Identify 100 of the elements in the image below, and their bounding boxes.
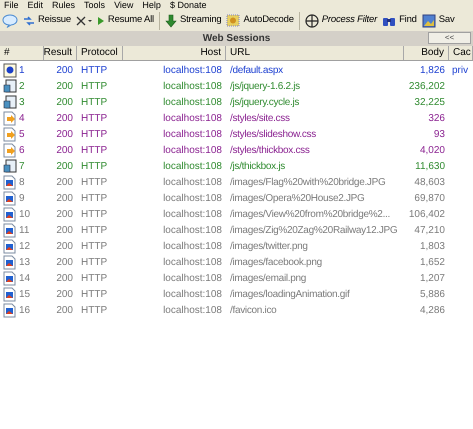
table-cell-text: 200 [56,272,73,286]
session-row[interactable]: 3 200 HTTP localhost:108 /js/jquery.cycle.js 32,225 [0,94,473,110]
column-header[interactable]: URL [226,46,404,60]
menu-item[interactable]: File [4,0,19,10]
table-cell-text: localhost:108 [163,224,222,238]
toolbar-button[interactable]: Process Filter [304,13,378,28]
table-cell-text: 11 [19,224,30,238]
table-cell-text: /images/facebook.png [230,256,322,270]
table-cell-text: priv [452,64,468,78]
table-cell-text: localhost:108 [163,80,222,94]
session-row[interactable]: 2 200 HTTP localhost:108 /js/jquery-1.6.2.js 236,202 [0,78,473,94]
toolbar-button[interactable]: Reissue [23,13,71,28]
table-cell-text: 106,402 [408,208,445,222]
column-header[interactable]: Result [44,46,77,60]
table-cell-text: HTTP [81,176,108,190]
table-cell-text: HTTP [81,96,108,110]
column-header[interactable]: Protocol [77,46,123,60]
script-page-icon [3,94,17,110]
image-page-icon [3,254,17,270]
crosshair-icon [304,14,319,28]
menu-item[interactable]: Rules [52,0,76,10]
table-cell-text: 4 [19,112,25,126]
table-cell-text: localhost:108 [163,144,222,158]
menu-item[interactable]: Edit [28,0,44,10]
session-row[interactable]: 9 200 HTTP localhost:108 /images/Opera%20House2.JPG 69,870 [0,190,473,206]
table-cell-text: 200 [56,256,73,270]
toolbar-button[interactable]: AutoDecode [226,13,294,28]
table-cell-text: HTTP [81,224,108,238]
table-cell-text: 236,202 [408,80,445,94]
table-cell-text: localhost:108 [163,160,222,174]
page-arrow-icon [3,110,17,126]
menu-item[interactable]: Tools [84,0,106,10]
table-cell-text: 7 [19,160,25,174]
table-cell-text: 69,870 [414,192,445,206]
table-cell-text: 15 [19,288,30,302]
toolbar-button[interactable]: Streaming [164,13,222,28]
column-header[interactable]: Host [123,46,226,60]
table-cell-text: 16 [19,304,30,318]
toolbar-button[interactable]: Sav [422,13,455,28]
table-cell-text: /images/View%20from%20bridge%2... [230,208,390,222]
table-cell-text: HTTP [81,288,108,302]
column-header[interactable]: # [0,46,44,60]
toolbar-button[interactable]: Find [382,13,417,28]
session-row[interactable]: 14 200 HTTP localhost:108 /images/email.png 1,207 [0,270,473,286]
table-cell-text: HTTP [81,128,108,142]
table-cell-text: 8 [19,176,25,190]
table-cell-text: 6 [19,144,25,158]
session-row[interactable]: 12 200 HTTP localhost:108 /images/twitter.png 1,803 [0,238,473,254]
column-header[interactable]: Body [404,46,449,60]
image-page-icon [3,174,17,190]
table-cell-text: 3 [19,96,25,110]
table-cell-text: HTTP [81,80,108,94]
column-header[interactable]: Cac [449,46,473,60]
page-arrow-icon [3,142,17,158]
session-row[interactable]: 1 200 HTTP localhost:108 /default.aspx 1,826 priv [0,62,473,78]
toolbar-button[interactable]: Resume All [96,13,154,28]
session-row[interactable]: 5 200 HTTP localhost:108 /styles/slideshow.css 93 [0,126,473,142]
menu-item[interactable]: Help [142,0,161,10]
table-cell-text: localhost:108 [163,192,222,206]
table-cell-text: 1,652 [420,256,445,270]
table-cell-text: /js/jquery-1.6.2.js [230,80,300,94]
session-row[interactable]: 16 200 HTTP localhost:108 /favicon.ico 4,286 [0,302,473,318]
table-cell-text: localhost:108 [163,96,222,110]
session-row[interactable]: 4 200 HTTP localhost:108 /styles/site.css 326 [0,110,473,126]
table-cell-text: 47,210 [414,224,445,238]
session-row[interactable]: 6 200 HTTP localhost:108 /styles/thickbox.css 4,020 [0,142,473,158]
table-cell-text: 326 [428,112,445,126]
grid-icon [226,14,240,27]
image-page-icon [3,270,17,286]
image-page-icon [3,190,17,206]
session-row[interactable]: 8 200 HTTP localhost:108 /images/Flag%20with%20bridge.JPG 48,603 [0,174,473,190]
table-cell-text: 4,020 [420,144,445,158]
table-cell-text: localhost:108 [163,208,222,222]
session-row[interactable]: 10 200 HTTP localhost:108 /images/View%20from%20bridge%2... 106,402 [0,206,473,222]
close-icon [76,16,92,26]
session-row[interactable]: 15 200 HTTP localhost:108 /images/loadingAnimation.gif 5,886 [0,286,473,302]
table-cell-text: 200 [56,224,73,238]
session-row[interactable]: 13 200 HTTP localhost:108 /images/facebook.png 1,652 [0,254,473,270]
session-row[interactable]: 11 200 HTTP localhost:108 /images/Zig%20Zag%20Railway12.JPG 47,210 [0,222,473,238]
toolbar-icon-button[interactable] [76,16,92,26]
table-cell-text: /styles/thickbox.css [230,144,310,158]
table-cell-text: localhost:108 [163,256,222,270]
session-row[interactable]: 7 200 HTTP localhost:108 /js/thickbox.js 11,630 [0,158,473,174]
collapse-button[interactable]: << [428,32,471,44]
table-cell-text: /images/email.png [230,272,306,286]
image-page-icon [3,222,17,238]
image-page-icon [3,238,17,254]
table-cell-text: 200 [56,128,73,142]
table-cell-text: /images/Zig%20Zag%20Railway12.JPG [230,224,398,238]
speech-bubble-icon [2,14,18,28]
table-cell-text: 1,826 [420,64,445,78]
table-cell-text: localhost:108 [163,288,222,302]
down-arrow-icon [164,14,177,28]
table-cell-text: localhost:108 [163,64,222,78]
menu-item[interactable]: $ Donate [170,0,206,10]
menu-item[interactable]: View [114,0,134,10]
panel-title: Web Sessions [202,32,270,46]
image-page-icon [3,206,17,222]
table-cell-text: 200 [56,160,73,174]
table-cell-text: /js/thickbox.js [230,160,285,174]
